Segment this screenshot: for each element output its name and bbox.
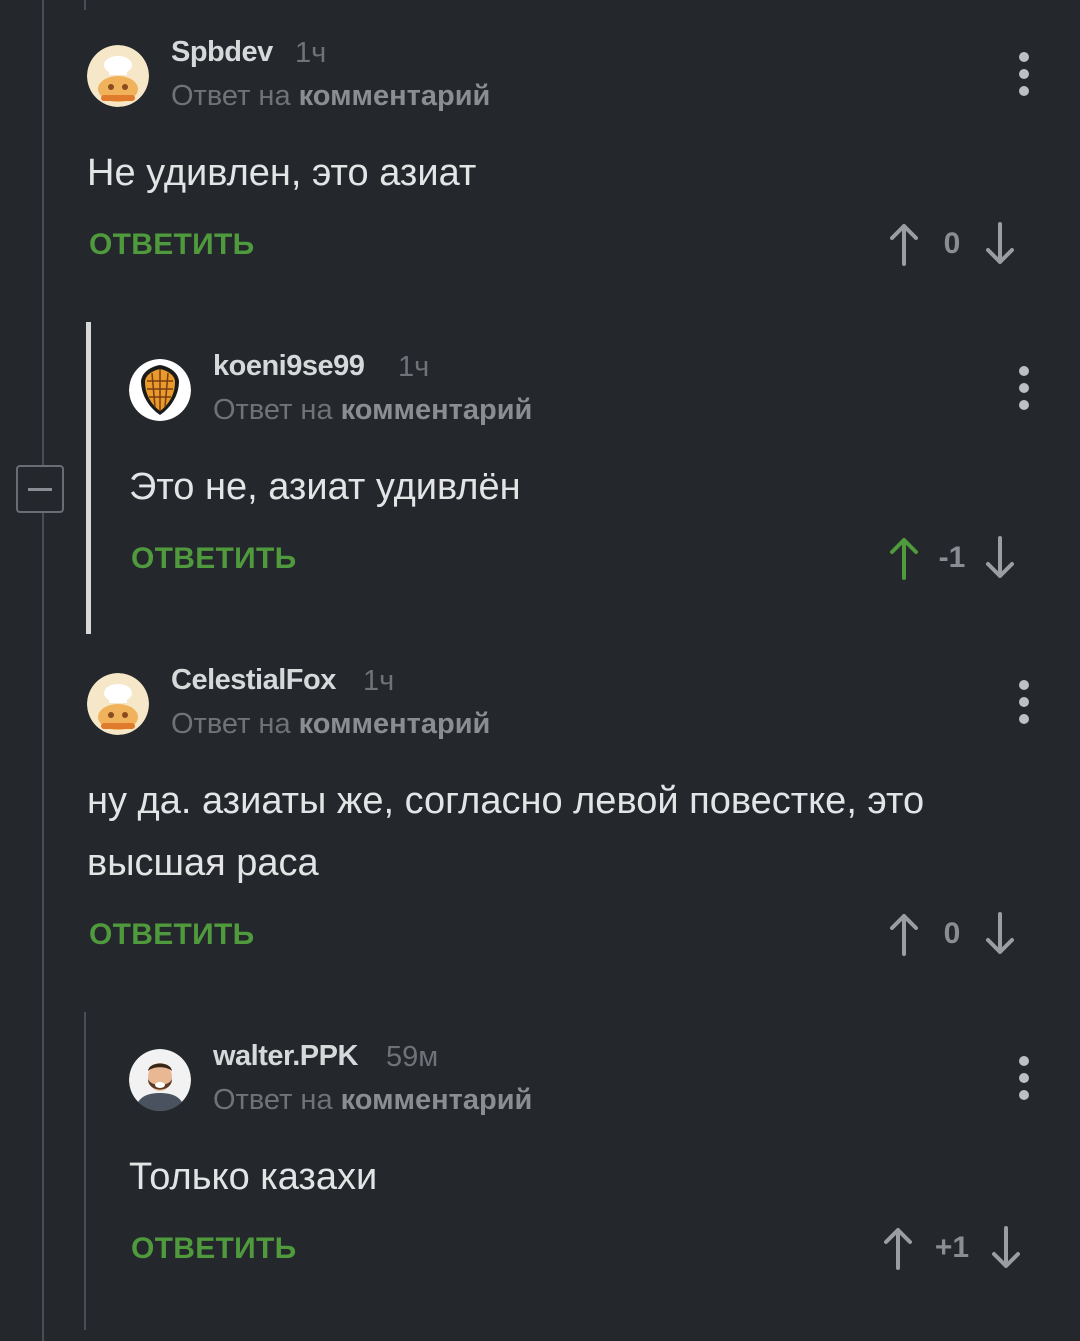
collapse-thread-button[interactable] <box>16 465 64 513</box>
reply-button[interactable]: ОТВЕТИТЬ <box>89 228 255 262</box>
upvote-arrow-icon[interactable] <box>886 912 922 956</box>
reply-to-prefix: Ответ на <box>213 394 333 426</box>
reply-button[interactable]: ОТВЕТИТЬ <box>131 1232 297 1266</box>
reply-to-target[interactable]: комментарий <box>341 1084 533 1116</box>
user-avatar[interactable] <box>129 359 191 421</box>
user-avatar[interactable] <box>87 673 149 735</box>
downvote-arrow-icon[interactable] <box>982 222 1018 266</box>
minus-icon <box>28 487 52 491</box>
upvote-arrow-icon[interactable] <box>886 536 922 580</box>
upvote-arrow-icon[interactable] <box>880 1226 916 1270</box>
downvote-arrow-icon[interactable] <box>982 536 1018 580</box>
highlight-reply-bar <box>86 322 91 634</box>
reply-to-target[interactable]: комментарий <box>341 394 533 426</box>
upvote-arrow-icon[interactable] <box>886 222 922 266</box>
vote-score: 0 <box>943 227 961 260</box>
comment-username[interactable]: CelestialFox <box>171 664 336 697</box>
comments-screen: Spbdev 1ч Ответ на комментарий Не удивле… <box>0 0 1080 1341</box>
comment-time: 59м <box>386 1041 439 1073</box>
reply-to-line[interactable]: Ответ на комментарий <box>171 708 490 741</box>
reply-button[interactable]: ОТВЕТИТЬ <box>89 918 255 952</box>
more-options-icon[interactable] <box>1018 1056 1030 1100</box>
comment-text: Это не, азиат удивлён <box>129 466 521 508</box>
reply-to-target[interactable]: комментарий <box>299 80 491 112</box>
comment-time: 1ч <box>295 37 327 69</box>
comment-username[interactable]: koeni9se99 <box>213 350 365 383</box>
vote-controls: 0 <box>886 912 1018 956</box>
downvote-arrow-icon[interactable] <box>982 912 1018 956</box>
shield-logo-avatar-icon <box>129 359 191 421</box>
vote-controls: +1 <box>880 1226 1024 1270</box>
downvote-arrow-icon[interactable] <box>988 1226 1024 1270</box>
reply-to-prefix: Ответ на <box>171 708 291 740</box>
reply-to-line[interactable]: Ответ на комментарий <box>213 394 532 427</box>
thread-line-root <box>42 0 44 1341</box>
comment-text: Только казахи <box>129 1156 378 1198</box>
thread-line-top <box>84 0 86 10</box>
more-options-icon[interactable] <box>1018 366 1030 410</box>
more-options-icon[interactable] <box>1018 52 1030 96</box>
vote-controls: 0 <box>886 222 1018 266</box>
vote-score: 0 <box>943 917 961 950</box>
reply-to-target[interactable]: комментарий <box>299 708 491 740</box>
reply-to-prefix: Ответ на <box>213 1084 333 1116</box>
reply-to-line[interactable]: Ответ на комментарий <box>213 1084 532 1117</box>
bearded-man-avatar-icon <box>129 1049 191 1111</box>
comment-text: ну да. азиаты же, согласно левой повестк… <box>87 780 925 884</box>
user-avatar[interactable] <box>87 45 149 107</box>
vote-score: -1 <box>938 541 966 574</box>
vote-controls: -1 <box>886 536 1018 580</box>
comment-time: 1ч <box>363 665 395 697</box>
chef-avatar-icon <box>87 45 149 107</box>
reply-button[interactable]: ОТВЕТИТЬ <box>131 542 297 576</box>
more-options-icon[interactable] <box>1018 680 1030 724</box>
vote-score: +1 <box>934 1231 970 1264</box>
reply-to-line[interactable]: Ответ на комментарий <box>171 80 490 113</box>
user-avatar[interactable] <box>129 1049 191 1111</box>
chef-avatar-icon <box>87 673 149 735</box>
reply-to-prefix: Ответ на <box>171 80 291 112</box>
thread-line-nested <box>84 1012 86 1330</box>
comment-username[interactable]: Spbdev <box>171 36 273 69</box>
comment-time: 1ч <box>398 351 430 383</box>
comment-username[interactable]: walter.PPK <box>213 1040 358 1073</box>
comment-text: Не удивлен, это азиат <box>87 152 477 194</box>
